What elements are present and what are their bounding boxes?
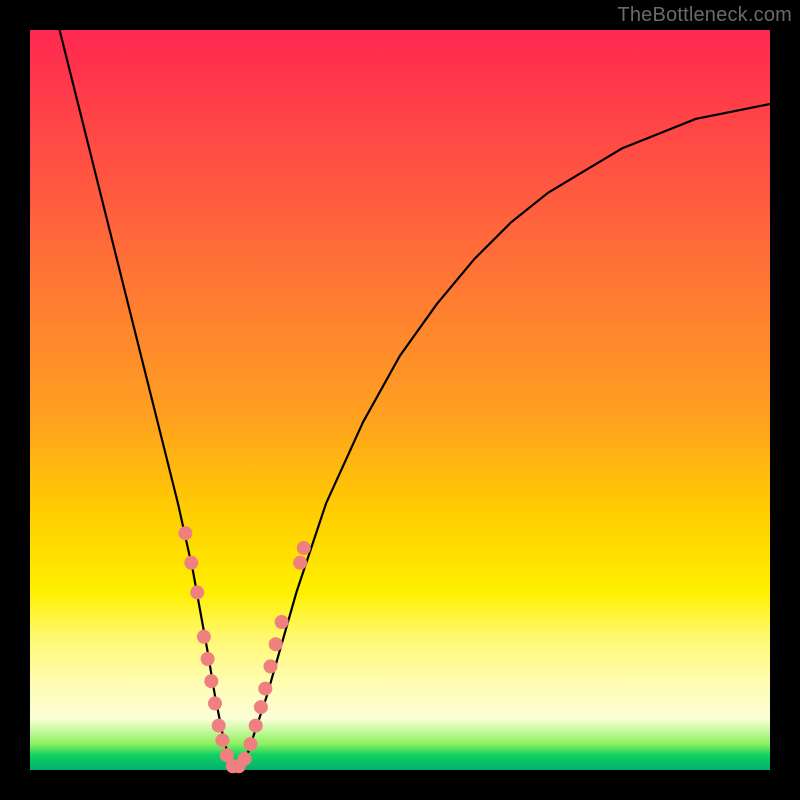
plot-area (30, 30, 770, 770)
data-point-marker (178, 526, 192, 540)
data-point-marker (215, 733, 229, 747)
data-point-marker (297, 541, 311, 555)
data-point-marker (275, 615, 289, 629)
data-point-marker (197, 630, 211, 644)
data-point-marker (201, 652, 215, 666)
data-point-marker (254, 700, 268, 714)
data-point-marker (293, 556, 307, 570)
data-point-marker (204, 674, 218, 688)
data-point-marker (244, 737, 258, 751)
data-point-marker (269, 637, 283, 651)
data-point-marker (212, 719, 226, 733)
data-point-marker (258, 682, 272, 696)
data-point-marker (249, 719, 263, 733)
data-point-marker (208, 696, 222, 710)
chart-frame: TheBottleneck.com (0, 0, 800, 800)
data-point-marker (238, 752, 252, 766)
data-point-marker (264, 659, 278, 673)
data-point-marker (190, 585, 204, 599)
data-point-marker (184, 556, 198, 570)
watermark-text: TheBottleneck.com (617, 4, 792, 27)
bottleneck-curve (30, 30, 770, 770)
